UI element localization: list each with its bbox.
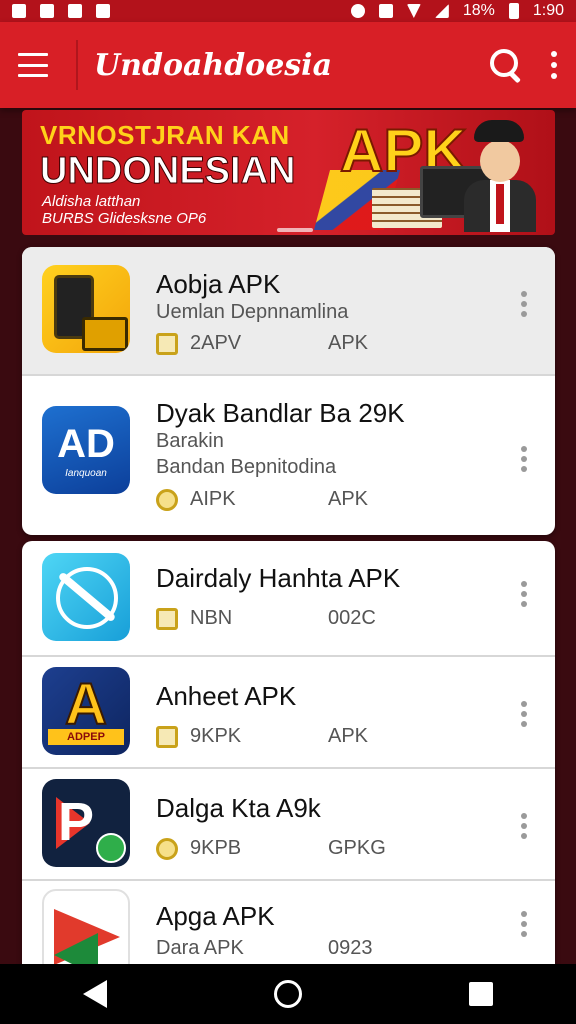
app-subtitle-2: Bandan Bepnitodina	[156, 456, 337, 478]
app-list-item[interactable]: Aobja APK Uemlan Depnnamlina 2APV APK	[22, 247, 555, 376]
app-subtitle: Barakin	[156, 430, 224, 452]
app-icon-text: A	[64, 671, 108, 738]
notification-icon	[12, 4, 26, 18]
app-meta-right: 0923	[328, 937, 373, 959]
appbar-divider	[76, 40, 78, 90]
app-icon: P	[42, 779, 130, 867]
app-meta-left: AIPK	[190, 488, 236, 510]
app-title: Dyak Bandlar Ba 29K	[156, 398, 405, 428]
app-list-card: Aobja APK Uemlan Depnnamlina 2APV APK AD…	[22, 247, 555, 535]
app-icon	[42, 553, 130, 641]
status-bar: 18% 1:90	[0, 0, 576, 22]
app-list-item[interactable]: A ADPEP Anheet APK 9KPK APK	[22, 657, 555, 769]
item-overflow-icon[interactable]	[520, 291, 528, 317]
app-title: Apga APK	[156, 901, 275, 931]
app-list-item[interactable]: P Dalga Kta A9k 9KPB GPKG	[22, 769, 555, 881]
app-meta-left: 9KPK	[190, 725, 242, 747]
app-subtitle: Dara APK	[156, 937, 244, 959]
app-icon	[42, 889, 130, 971]
item-overflow-icon[interactable]	[520, 446, 528, 472]
app-meta: 9KPB	[156, 837, 241, 860]
app-icon	[42, 265, 130, 353]
banner-page-indicator	[277, 228, 313, 232]
app-icon-subtext: Ianquoan	[65, 468, 107, 479]
item-overflow-icon[interactable]	[520, 581, 528, 607]
overflow-menu-icon[interactable]	[550, 51, 558, 79]
app-meta: NBN	[156, 607, 232, 630]
package-icon	[156, 332, 178, 355]
banner-headline-2: UNDONESIAN	[39, 150, 296, 193]
app-meta-left: 9KPB	[190, 837, 242, 859]
app-meta-right: GPKG	[328, 837, 386, 859]
package-icon	[156, 607, 178, 630]
banner-headline-1: VRNOSTJRAN KAN	[40, 120, 290, 150]
clock: 1:90	[532, 2, 564, 19]
package-icon	[156, 725, 178, 748]
app-icon-subtext: ADPEP	[48, 729, 124, 745]
item-overflow-icon[interactable]	[520, 911, 528, 937]
banner-caption: Aldisha latthan BURBS Glidesksne OP6	[42, 193, 206, 227]
app-meta-right: APK	[328, 488, 369, 510]
app-meta-left: 2APV	[190, 332, 242, 354]
app-list-item[interactable]: AD Ianquoan Dyak Bandlar Ba 29K Barakin …	[22, 376, 555, 535]
search-icon[interactable]	[488, 47, 524, 84]
app-list-item[interactable]: Apga APK Dara APK 0923	[22, 881, 555, 971]
alarm-icon	[350, 4, 365, 18]
app-meta: AIPK	[156, 488, 236, 511]
app-title: Aobja APK	[156, 269, 281, 299]
menu-icon[interactable]	[18, 53, 48, 77]
app-bar: Undoahdoesia	[0, 22, 576, 108]
app-list-card: Dairdaly Hanhta APK NBN 002C A ADPEP Anh…	[22, 541, 555, 971]
officer-illustration	[458, 114, 540, 232]
home-icon[interactable]	[273, 980, 302, 1008]
mute-icon	[378, 4, 393, 18]
status-right-icons: 18% 1:90	[350, 2, 564, 20]
app-meta-right: APK	[328, 332, 369, 354]
item-overflow-icon[interactable]	[520, 701, 528, 727]
app-meta-right: APK	[328, 725, 369, 747]
app-icon-text: AD	[57, 422, 115, 466]
recent-apps-icon[interactable]	[468, 982, 493, 1006]
promo-banner[interactable]: VRNOSTJRAN KAN UNDONESIAN Aldisha lattha…	[22, 110, 555, 235]
banner-caption-line-1: Aldisha latthan	[42, 193, 141, 210]
app-meta-left: NBN	[190, 607, 233, 629]
app-meta: 9KPK	[156, 725, 241, 748]
coin-icon	[156, 837, 178, 860]
app-meta-right: 002C	[328, 607, 376, 629]
app-icon: AD Ianquoan	[42, 406, 130, 494]
app-subtitle: Uemlan Depnnamlina	[156, 301, 349, 323]
battery-icon	[508, 3, 519, 19]
status-left-icons	[12, 4, 110, 18]
app-title: Dairdaly Hanhta APK	[156, 563, 401, 593]
wifi-icon	[406, 4, 421, 18]
notification-icon	[40, 4, 54, 18]
app-meta: 2APV	[156, 332, 241, 355]
back-icon[interactable]	[83, 980, 108, 1008]
system-nav-bar	[0, 964, 576, 1024]
app-icon: A ADPEP	[42, 667, 130, 755]
banner-caption-line-2: BURBS Glidesksne OP6	[42, 210, 207, 227]
item-overflow-icon[interactable]	[520, 813, 528, 839]
app-title: Anheet APK	[156, 681, 297, 711]
battery-percent: 18%	[462, 2, 495, 19]
app-list-item[interactable]: Dairdaly Hanhta APK NBN 002C	[22, 541, 555, 657]
notification-icon	[68, 4, 82, 18]
app-title: Undoahdoesia	[94, 47, 333, 83]
coin-icon	[156, 488, 178, 511]
app-title: Dalga Kta A9k	[156, 793, 321, 823]
notification-icon	[96, 4, 110, 18]
signal-icon	[434, 4, 449, 18]
